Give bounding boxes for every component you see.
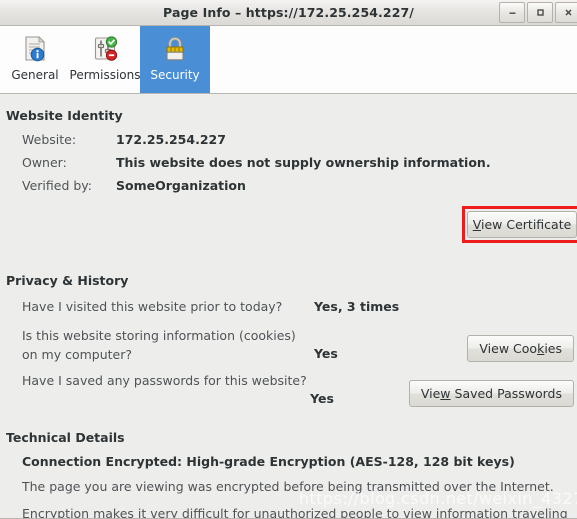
view-saved-passwords-button[interactable]: View Saved Passwords — [408, 380, 574, 407]
tab-security[interactable]: Security — [140, 26, 210, 93]
window-controls — [497, 2, 577, 23]
website-value: 172.25.254.227 — [116, 132, 226, 147]
privacy-row-cookies: Is this website storing information (coo… — [0, 326, 577, 364]
verified-by-value: SomeOrganization — [116, 178, 246, 193]
privacy-answer-passwords: Yes — [310, 391, 334, 406]
sliders-permissions-icon — [90, 32, 120, 65]
technical-paragraph-1: The page you are viewing was encrypted b… — [22, 479, 554, 494]
tab-general-label: General — [11, 68, 59, 82]
window-title: Page Info – https://172.25.254.227/ — [163, 5, 414, 20]
minimize-button[interactable] — [499, 2, 525, 23]
view-certificate-label: iew Certificate — [481, 217, 572, 232]
page-info-window: Page Info – https://172.25.254.227/ Gene… — [0, 0, 577, 519]
owner-value: This website does not supply ownership i… — [116, 155, 491, 170]
close-button[interactable] — [555, 2, 577, 23]
identity-row-verified-by: Verified by: SomeOrganization — [0, 178, 577, 193]
website-identity-heading: Website Identity — [6, 108, 123, 123]
tab-permissions-label: Permissions — [69, 68, 141, 82]
privacy-question-visited: Have I visited this website prior to tod… — [22, 299, 283, 314]
view-certificate-button[interactable]: View Certificate — [467, 211, 577, 238]
technical-paragraph-2: Encryption makes it very difficult for u… — [22, 506, 568, 519]
privacy-answer-visited: Yes, 3 times — [314, 299, 400, 314]
privacy-row-visited: Have I visited this website prior to tod… — [0, 297, 577, 319]
privacy-answer-cookies: Yes — [314, 346, 338, 361]
security-panel: Website Identity Website: 172.25.254.227… — [0, 108, 577, 519]
view-cookies-label-pre: View Coo — [479, 341, 538, 356]
privacy-cookies-button-slot: View Cookies — [414, 326, 577, 362]
view-cookies-button[interactable]: View Cookies — [467, 335, 574, 362]
view-saved-passwords-label-post: Saved Passwords — [450, 386, 563, 401]
tab-general[interactable]: General — [0, 26, 70, 93]
technical-details-heading: Technical Details — [6, 430, 125, 445]
tab-bar: General Permissions Security — [0, 26, 577, 94]
owner-label: Owner: — [22, 155, 67, 170]
certificate-row: View Certificate — [0, 201, 577, 247]
website-label: Website: — [22, 132, 77, 147]
view-certificate-accel: V — [472, 217, 481, 232]
privacy-history-heading: Privacy & History — [6, 273, 129, 288]
privacy-passwords-button-slot: View Saved Passwords — [408, 371, 577, 407]
privacy-question-cookies: Is this website storing information (coo… — [22, 328, 296, 362]
connection-encrypted-text: Connection Encrypted: High-grade Encrypt… — [22, 454, 515, 469]
maximize-button[interactable] — [527, 2, 553, 23]
identity-row-owner: Owner: This website does not supply owne… — [0, 155, 577, 170]
website-identity-section: Website Identity Website: 172.25.254.227… — [0, 108, 577, 247]
privacy-row-passwords: Have I saved any passwords for this webs… — [0, 371, 577, 408]
privacy-history-section: Privacy & History Have I visited this we… — [0, 273, 577, 408]
view-cookies-label-post: ies — [544, 341, 562, 356]
document-info-icon — [20, 32, 50, 65]
tab-security-label: Security — [150, 68, 200, 82]
view-saved-passwords-accel: w — [440, 386, 451, 401]
identity-row-website: Website: 172.25.254.227 — [0, 132, 577, 147]
privacy-question-passwords: Have I saved any passwords for this webs… — [22, 373, 307, 388]
view-saved-passwords-label-pre: Vie — [420, 386, 441, 401]
padlock-icon — [160, 32, 190, 65]
verified-by-label: Verified by: — [22, 178, 92, 193]
title-bar: Page Info – https://172.25.254.227/ — [0, 0, 577, 26]
technical-details-section: Technical Details Connection Encrypted: … — [0, 430, 577, 519]
tab-permissions[interactable]: Permissions — [69, 26, 141, 93]
